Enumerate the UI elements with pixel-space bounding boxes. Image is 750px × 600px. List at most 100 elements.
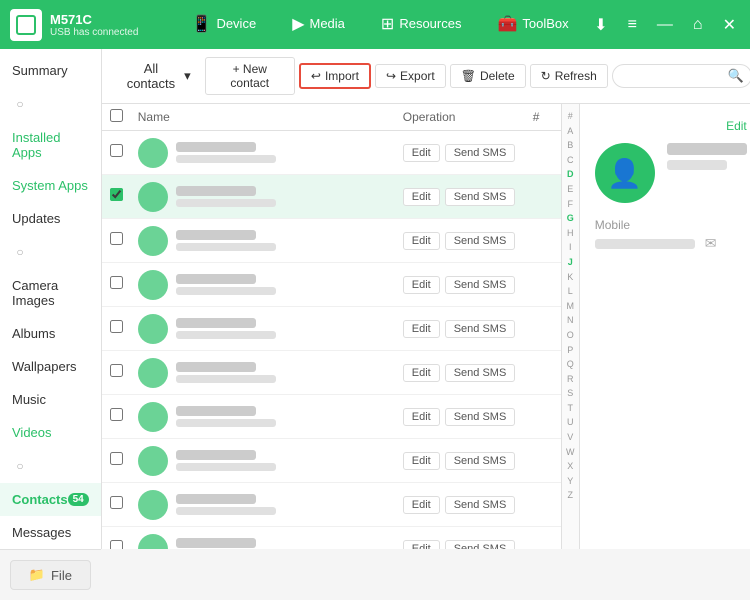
alpha-letter-p[interactable]: P	[567, 343, 573, 358]
send-sms-btn[interactable]: Send SMS	[445, 408, 516, 426]
new-contact-btn[interactable]: + New contact	[205, 57, 295, 95]
minimize-btn[interactable]: —	[653, 12, 677, 38]
menu-btn[interactable]: ≡	[624, 12, 641, 38]
refresh-btn[interactable]: ↻ Refresh	[530, 64, 608, 88]
alpha-letter-m[interactable]: M	[567, 299, 575, 314]
row-checkbox[interactable]	[110, 320, 123, 333]
alpha-letter-w[interactable]: W	[566, 445, 575, 460]
edit-btn[interactable]: Edit	[403, 188, 440, 206]
edit-btn[interactable]: Edit	[403, 364, 440, 382]
search-icon[interactable]: 🔍	[728, 68, 744, 84]
send-sms-btn[interactable]: Send SMS	[445, 496, 516, 514]
row-checkbox[interactable]	[110, 276, 123, 289]
alpha-letter-y[interactable]: Y	[567, 474, 573, 489]
sidebar-item-contacts[interactable]: Contacts 54	[0, 483, 101, 516]
send-sms-btn[interactable]: Send SMS	[445, 232, 516, 250]
close-btn[interactable]: ✕	[719, 11, 740, 39]
export-btn[interactable]: ↪ Export	[375, 64, 446, 88]
row-checkbox[interactable]	[110, 232, 123, 245]
alpha-letter-e[interactable]: E	[567, 182, 573, 197]
sidebar-item-music[interactable]: Music	[0, 383, 101, 416]
nav-media[interactable]: ▶ Media	[274, 0, 363, 49]
alpha-letter-i[interactable]: I	[569, 240, 572, 255]
sidebar-item-summary[interactable]: Summary	[0, 54, 101, 87]
contact-area: Name Operation # Edit Send SMS	[102, 104, 750, 549]
contact-info	[176, 142, 403, 163]
sidebar-item-system-apps[interactable]: System Apps	[0, 169, 101, 202]
home-btn[interactable]: ⌂	[689, 12, 707, 38]
sidebar-item-videos[interactable]: Videos	[0, 416, 101, 449]
alpha-letter-v[interactable]: V	[567, 430, 573, 445]
send-sms-btn[interactable]: Send SMS	[445, 540, 516, 550]
row-checkbox[interactable]	[110, 452, 123, 465]
alpha-letter-c[interactable]: C	[567, 153, 574, 168]
download-btn[interactable]: ⬇	[590, 11, 611, 39]
edit-btn[interactable]: Edit	[403, 408, 440, 426]
contact-table: Name Operation # Edit Send SMS	[102, 104, 562, 549]
select-all-checkbox[interactable]	[110, 109, 123, 122]
nav-device[interactable]: 📱 Device	[174, 0, 275, 49]
sidebar-item-wallpapers[interactable]: Wallpapers	[0, 350, 101, 383]
detail-edit-link[interactable]: Edit	[595, 119, 747, 133]
alpha-letter-h[interactable]: H	[567, 226, 574, 241]
sidebar-item-albums[interactable]: Albums	[0, 317, 101, 350]
alpha-letter-#[interactable]: #	[568, 109, 573, 124]
nav-resources[interactable]: ⊞ Resources	[363, 0, 480, 49]
alpha-letter-f[interactable]: F	[568, 197, 574, 212]
device-info: M571C USB has connected	[10, 9, 170, 41]
sidebar-item-messages[interactable]: Messages	[0, 516, 101, 549]
device-name: M571C	[50, 12, 138, 27]
file-button[interactable]: 📁 File	[10, 560, 91, 590]
edit-btn[interactable]: Edit	[403, 144, 440, 162]
alpha-letter-g[interactable]: G	[567, 211, 574, 226]
edit-btn[interactable]: Edit	[403, 452, 440, 470]
alpha-letter-d[interactable]: D	[567, 167, 574, 182]
row-checkbox[interactable]	[110, 408, 123, 421]
edit-btn[interactable]: Edit	[403, 496, 440, 514]
avatar	[138, 358, 168, 388]
alpha-letter-a[interactable]: A	[567, 124, 573, 139]
alpha-letter-x[interactable]: X	[567, 459, 573, 474]
alpha-letter-b[interactable]: B	[567, 138, 573, 153]
alpha-letter-t[interactable]: T	[568, 401, 574, 416]
edit-btn[interactable]: Edit	[403, 276, 440, 294]
sidebar-item-camera-images[interactable]: Camera Images	[0, 269, 101, 317]
row-check	[110, 188, 138, 206]
send-sms-btn[interactable]: Send SMS	[445, 144, 516, 162]
alpha-letter-l[interactable]: L	[568, 284, 573, 299]
sidebar-item-installed-apps[interactable]: Installed Apps	[0, 121, 101, 169]
delete-btn[interactable]: 🗑 Delete	[450, 64, 526, 88]
import-btn[interactable]: ↩ Import	[299, 63, 371, 89]
media-icon: ▶	[292, 14, 304, 34]
row-checkbox[interactable]	[110, 188, 123, 201]
alpha-letter-r[interactable]: R	[567, 372, 574, 387]
row-checkbox[interactable]	[110, 364, 123, 377]
send-sms-btn[interactable]: Send SMS	[445, 320, 516, 338]
person-icon: 👤	[607, 157, 642, 190]
nav-toolbox[interactable]: 🧰 ToolBox	[479, 0, 586, 49]
contact-phone-blurred	[176, 155, 276, 163]
alpha-letter-z[interactable]: Z	[568, 488, 574, 503]
all-contacts-btn[interactable]: All contacts ▾	[112, 57, 201, 95]
send-sms-btn[interactable]: Send SMS	[445, 452, 516, 470]
sidebar-icon-row-1: ○	[0, 87, 101, 121]
row-checkbox[interactable]	[110, 144, 123, 157]
alpha-letter-q[interactable]: Q	[567, 357, 574, 372]
alpha-letter-n[interactable]: N	[567, 313, 574, 328]
send-sms-btn[interactable]: Send SMS	[445, 188, 516, 206]
alpha-letter-o[interactable]: O	[567, 328, 574, 343]
row-checkbox[interactable]	[110, 496, 123, 509]
edit-btn[interactable]: Edit	[403, 320, 440, 338]
edit-btn[interactable]: Edit	[403, 540, 440, 550]
alpha-letter-k[interactable]: K	[567, 270, 573, 285]
send-sms-btn[interactable]: Send SMS	[445, 276, 516, 294]
send-sms-btn[interactable]: Send SMS	[445, 364, 516, 382]
detail-mobile-value	[595, 239, 695, 249]
alpha-letter-s[interactable]: S	[567, 386, 573, 401]
alpha-letter-j[interactable]: J	[568, 255, 573, 270]
alpha-letter-u[interactable]: U	[567, 415, 574, 430]
header-operation: Operation	[403, 110, 533, 124]
sidebar-item-updates[interactable]: Updates	[0, 202, 101, 235]
edit-btn[interactable]: Edit	[403, 232, 440, 250]
row-checkbox[interactable]	[110, 540, 123, 550]
